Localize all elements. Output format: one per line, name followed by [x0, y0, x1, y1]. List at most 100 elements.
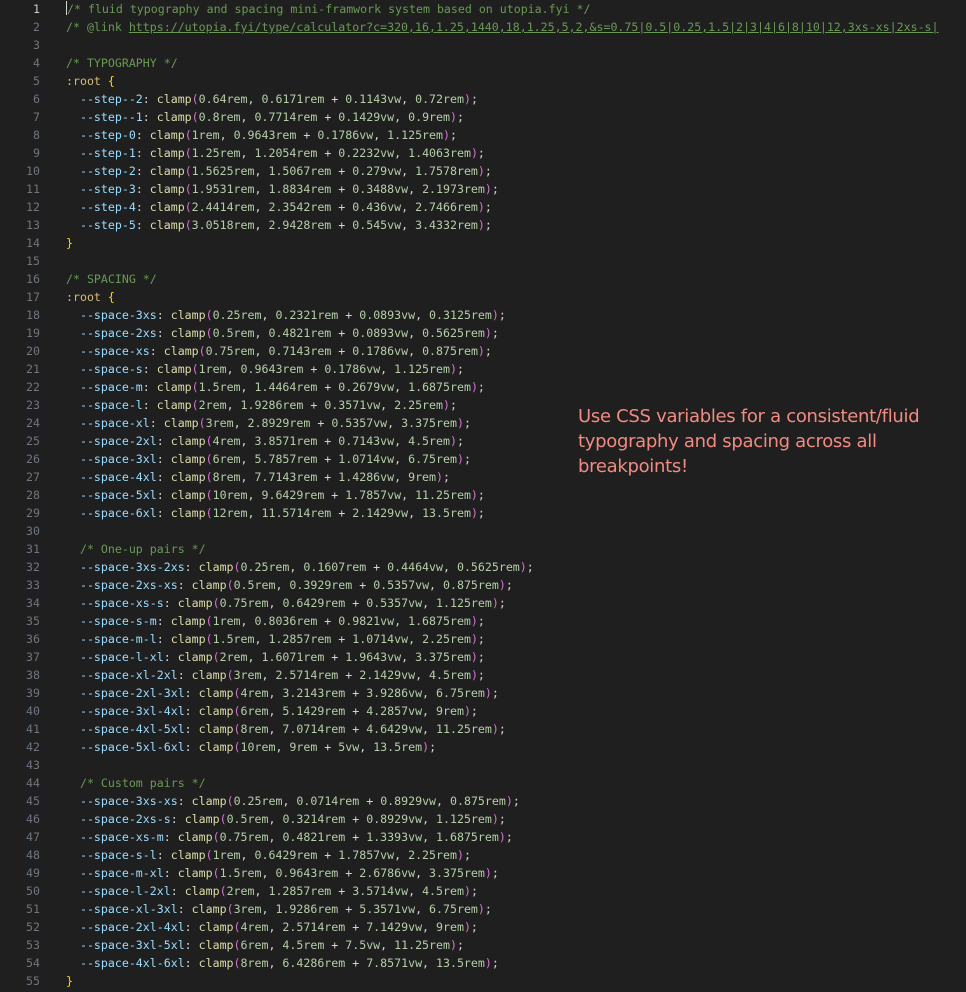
token-punc: ,: [380, 938, 395, 952]
token-punc: ,: [268, 938, 283, 952]
code-line[interactable]: 54 --space-4xl-6xl: clamp(8rem, 6.4286re…: [0, 954, 966, 972]
code-line[interactable]: 19 --space-2xs: clamp(0.5rem, 0.4821rem …: [0, 324, 966, 342]
line-content: --space-3xl-4xl: clamp(6rem, 5.1429rem +…: [40, 702, 478, 720]
code-line[interactable]: 42 --space-5xl-6xl: clamp(10rem, 9rem + …: [0, 738, 966, 756]
token-punc: ,: [380, 398, 395, 412]
code-line[interactable]: 15: [0, 252, 966, 270]
token-punc: :: [149, 416, 164, 430]
code-line[interactable]: 34 --space-xs-s: clamp(0.75rem, 0.6429re…: [0, 594, 966, 612]
token-func: clamp: [184, 884, 220, 898]
token-punc: :: [184, 686, 199, 700]
token-paren: (: [191, 92, 199, 106]
code-line[interactable]: 46 --space-2xs-s: clamp(0.5rem, 0.3214re…: [0, 810, 966, 828]
code-line[interactable]: 2/* @link https://utopia.fyi/type/calcul…: [0, 18, 966, 36]
code-line[interactable]: 20 --space-xs: clamp(0.75rem, 0.7143rem …: [0, 342, 966, 360]
token-num: 1.8834rem: [268, 182, 332, 196]
token-punc: ,: [240, 110, 255, 124]
token-func: clamp: [170, 434, 206, 448]
code-line[interactable]: 47 --space-xs-m: clamp(0.75rem, 0.4821re…: [0, 828, 966, 846]
code-line[interactable]: 41 --space-4xl-5xl: clamp(8rem, 7.0714re…: [0, 720, 966, 738]
code-line[interactable]: 21 --space-s: clamp(1rem, 0.9643rem + 0.…: [0, 360, 966, 378]
code-line[interactable]: 55}: [0, 972, 966, 990]
code-line[interactable]: 51 --space-xl-3xl: clamp(3rem, 1.9286rem…: [0, 900, 966, 918]
token-op: +: [310, 416, 332, 430]
token-prop: --space-2xl: [79, 434, 157, 448]
token-num: 1.6071rem: [261, 650, 325, 664]
code-line[interactable]: 7 --step--1: clamp(0.8rem, 0.7714rem + 0…: [0, 108, 966, 126]
code-line[interactable]: 33 --space-2xs-xs: clamp(0.5rem, 0.3929r…: [0, 576, 966, 594]
code-line[interactable]: 40 --space-3xl-4xl: clamp(6rem, 5.1429re…: [0, 702, 966, 720]
token-punc: ,: [240, 848, 255, 862]
line-content: /* TYPOGRAPHY */: [40, 54, 178, 72]
code-line[interactable]: 17:root {: [0, 288, 966, 306]
token-op: +: [317, 614, 339, 628]
token-paren: ): [477, 200, 485, 214]
code-editor[interactable]: 1 /* fluid typography and spacing mini-fr…: [0, 0, 966, 992]
code-line[interactable]: 36 --space-m-l: clamp(1.5rem, 1.2857rem …: [0, 630, 966, 648]
token-paren: (: [191, 110, 199, 124]
code-line[interactable]: 35 --space-s-m: clamp(1rem, 0.8036rem + …: [0, 612, 966, 630]
token-num: 1.5rem: [212, 632, 255, 646]
code-line[interactable]: 39 --space-2xl-3xl: clamp(4rem, 3.2143re…: [0, 684, 966, 702]
token-punc: [66, 398, 80, 412]
token-paren: (: [184, 146, 192, 160]
code-line[interactable]: 5:root {: [0, 72, 966, 90]
code-lines[interactable]: 1 /* fluid typography and spacing mini-fr…: [0, 0, 966, 990]
code-line[interactable]: 9 --step-1: clamp(1.25rem, 1.2054rem + 0…: [0, 144, 966, 162]
token-punc: :: [156, 632, 171, 646]
token-prop: --space-s-m: [79, 614, 157, 628]
token-punc: ;: [505, 830, 513, 844]
code-line[interactable]: 13 --step-5: clamp(3.0518rem, 2.9428rem …: [0, 216, 966, 234]
token-paren: (: [212, 866, 220, 880]
code-line[interactable]: 6 --step--2: clamp(0.64rem, 0.6171rem + …: [0, 90, 966, 108]
token-paren: ): [449, 938, 457, 952]
token-num: 1.5rem: [219, 866, 262, 880]
token-paren: (: [233, 686, 241, 700]
code-line[interactable]: 52 --space-2xl-4xl: clamp(4rem, 2.5714re…: [0, 918, 966, 936]
code-line[interactable]: 45 --space-3xs-xs: clamp(0.25rem, 0.0714…: [0, 792, 966, 810]
code-line[interactable]: 14}: [0, 234, 966, 252]
token-punc: :: [184, 722, 199, 736]
code-line[interactable]: 48 --space-s-l: clamp(1rem, 0.6429rem + …: [0, 846, 966, 864]
code-line[interactable]: 44 /* Custom pairs */: [0, 774, 966, 792]
token-punc: :: [156, 326, 171, 340]
code-line[interactable]: 30: [0, 522, 966, 540]
code-line[interactable]: 28 --space-5xl: clamp(10rem, 9.6429rem +…: [0, 486, 966, 504]
token-punc: ,: [443, 560, 457, 574]
token-num: 6rem: [240, 704, 269, 718]
code-line[interactable]: 50 --space-l-2xl: clamp(2rem, 1.2857rem …: [0, 882, 966, 900]
token-num: 0.2232vw: [338, 146, 395, 160]
code-line[interactable]: 31 /* One-up pairs */: [0, 540, 966, 558]
code-line[interactable]: 11 --step-3: clamp(1.9531rem, 1.8834rem …: [0, 180, 966, 198]
code-line[interactable]: 29 --space-6xl: clamp(12rem, 11.5714rem …: [0, 504, 966, 522]
code-line[interactable]: 1 /* fluid typography and spacing mini-fr…: [0, 0, 966, 18]
code-line[interactable]: 37 --space-l-xl: clamp(2rem, 1.6071rem +…: [0, 648, 966, 666]
code-line[interactable]: 10 --step-2: clamp(1.5625rem, 1.5067rem …: [0, 162, 966, 180]
line-number: 2: [33, 20, 40, 34]
code-line[interactable]: 53 --space-3xl-5xl: clamp(6rem, 4.5rem +…: [0, 936, 966, 954]
code-line[interactable]: 8 --step-0: clamp(1rem, 0.9643rem + 0.17…: [0, 126, 966, 144]
token-num: 0.6429rem: [282, 596, 346, 610]
token-func: clamp: [149, 200, 185, 214]
token-num: 0.436vw: [352, 200, 402, 214]
code-line[interactable]: 38 --space-xl-2xl: clamp(3rem, 2.5714rem…: [0, 666, 966, 684]
token-num: 0.25rem: [240, 560, 290, 574]
line-content: --space-xs-m: clamp(0.75rem, 0.4821rem +…: [40, 828, 513, 846]
code-line[interactable]: 4 /* TYPOGRAPHY */: [0, 54, 966, 72]
code-line[interactable]: 43: [0, 756, 966, 774]
code-line[interactable]: 49 --space-m-xl: clamp(1.5rem, 0.9643rem…: [0, 864, 966, 882]
code-line[interactable]: 22 --space-m: clamp(1.5rem, 1.4464rem + …: [0, 378, 966, 396]
token-op: +: [338, 668, 360, 682]
code-line[interactable]: 32 --space-3xs-2xs: clamp(0.25rem, 0.160…: [0, 558, 966, 576]
token-punc: ,: [394, 848, 409, 862]
token-link[interactable]: https://utopia.fyi/type/calculator?c=320…: [129, 20, 939, 34]
token-paren: (: [212, 830, 220, 844]
code-line[interactable]: 16 /* SPACING */: [0, 270, 966, 288]
token-func: clamp: [198, 560, 234, 574]
line-number: 29: [26, 506, 40, 520]
token-paren: ): [443, 398, 450, 412]
code-line[interactable]: 18 --space-3xs: clamp(0.25rem, 0.2321rem…: [0, 306, 966, 324]
code-line[interactable]: 12 --step-4: clamp(2.4414rem, 2.3542rem …: [0, 198, 966, 216]
token-paren: ): [463, 704, 471, 718]
code-line[interactable]: 3: [0, 36, 966, 54]
